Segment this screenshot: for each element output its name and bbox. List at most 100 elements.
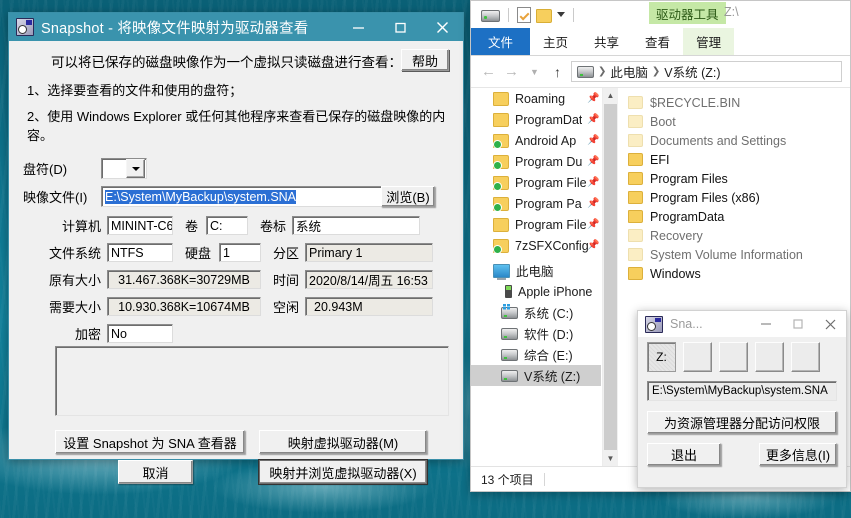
- snapshot-titlebar[interactable]: Snapshot - 将映像文件映射为驱动器查看: [9, 13, 463, 41]
- file-list-item[interactable]: Program Files (x86): [618, 188, 850, 207]
- contextual-tab-drive-tools: 驱动器工具: [649, 2, 726, 24]
- customize-caret-icon[interactable]: [557, 12, 565, 17]
- file-list-item[interactable]: ProgramData: [618, 207, 850, 226]
- toolbar-divider: [508, 8, 509, 22]
- close-icon[interactable]: [814, 311, 846, 337]
- nav-pane-scrollbar[interactable]: ▲ ▼: [602, 88, 618, 466]
- file-list-item[interactable]: Documents and Settings: [618, 131, 850, 150]
- file-name: Recovery: [650, 229, 703, 243]
- nav-item-program-du[interactable]: Program Du 📌: [471, 151, 601, 172]
- image-file-combo[interactable]: E:\System\MyBackup\system.SNA: [101, 186, 409, 207]
- recent-locations-icon[interactable]: ▼: [525, 62, 544, 82]
- close-icon[interactable]: [421, 13, 463, 41]
- computer-label: 计算机: [43, 216, 101, 235]
- nav-item-roaming[interactable]: Roaming 📌: [471, 88, 601, 109]
- file-list-item[interactable]: $RECYCLE.BIN: [618, 93, 850, 112]
- map-virtual-drive-button[interactable]: 映射虚拟驱动器(M): [259, 430, 427, 454]
- pin-icon[interactable]: 📌: [587, 198, 597, 209]
- scroll-up-icon[interactable]: ▲: [603, 88, 618, 103]
- pin-icon[interactable]: 📌: [587, 135, 597, 146]
- file-list-item[interactable]: Program Files: [618, 169, 850, 188]
- pin-icon[interactable]: 📌: [587, 219, 597, 230]
- map-and-browse-button[interactable]: 映射并浏览虚拟驱动器(X): [259, 460, 427, 484]
- more-info-button[interactable]: 更多信息(I): [759, 443, 837, 466]
- drive-slot-2[interactable]: [683, 342, 712, 372]
- exit-button[interactable]: 退出: [647, 443, 721, 466]
- breadcrumb[interactable]: ❯ 此电脑 ❯ V系统 (Z:): [571, 61, 842, 82]
- encryption-label: 加密: [43, 324, 101, 343]
- phone-icon: [505, 285, 512, 298]
- maximize-icon[interactable]: [782, 311, 814, 337]
- nav-item-label: 软件 (D:): [524, 324, 573, 343]
- file-list-item[interactable]: Recovery: [618, 226, 850, 245]
- breadcrumb-current-drive[interactable]: V系统 (Z:): [664, 62, 720, 81]
- file-list-item[interactable]: Windows: [618, 264, 850, 283]
- nav-item-android-app[interactable]: Android Ap 📌: [471, 130, 601, 151]
- original-size-value: 31.467.368K=30729MB: [107, 270, 261, 289]
- properties-icon[interactable]: [517, 7, 531, 23]
- nav-item-drive-e[interactable]: 综合 (E:): [471, 344, 601, 365]
- nav-item-apple-iphone[interactable]: Apple iPhone: [471, 281, 601, 302]
- minimize-icon[interactable]: [750, 311, 782, 337]
- folder-icon: [628, 210, 643, 223]
- browse-button[interactable]: 浏览(B): [381, 186, 435, 207]
- up-arrow-icon[interactable]: ↑: [548, 62, 567, 82]
- this-pc-icon: [493, 264, 510, 278]
- nav-item-program-pa[interactable]: Program Pa 📌: [471, 193, 601, 214]
- snapshot-dialog-titlebar[interactable]: Sna...: [638, 311, 846, 337]
- drive-icon[interactable]: [481, 10, 500, 22]
- maximize-icon[interactable]: [379, 13, 421, 41]
- nav-item-this-pc[interactable]: 此电脑: [471, 260, 601, 281]
- nav-item-label: Program Pa: [515, 197, 582, 211]
- tab-file[interactable]: 文件: [471, 28, 530, 55]
- drive-letter-combo[interactable]: [101, 158, 147, 179]
- nav-item-label: Android Ap: [515, 134, 576, 148]
- pin-icon[interactable]: 📌: [587, 93, 597, 104]
- snapshot-mini-dialog: Sna... Z: E:\System\MyBackup\system.SNA …: [637, 310, 847, 488]
- back-arrow-icon[interactable]: ←: [479, 62, 498, 82]
- drive-slot-4[interactable]: [755, 342, 784, 372]
- pin-icon[interactable]: 📌: [587, 177, 597, 188]
- new-folder-icon[interactable]: [536, 9, 552, 23]
- drive-icon: [501, 328, 518, 340]
- tab-home[interactable]: 主页: [530, 28, 581, 55]
- file-list-item[interactable]: EFI: [618, 150, 850, 169]
- pin-icon[interactable]: 📌: [587, 114, 597, 125]
- forward-arrow-icon[interactable]: →: [502, 62, 521, 82]
- nav-item-drive-d[interactable]: 软件 (D:): [471, 323, 601, 344]
- file-list-item[interactable]: System Volume Information: [618, 245, 850, 264]
- chevron-down-icon[interactable]: [126, 159, 145, 178]
- tab-manage[interactable]: 管理: [683, 28, 734, 55]
- cancel-button[interactable]: 取消: [118, 460, 193, 484]
- drive-slot-5[interactable]: [791, 342, 820, 372]
- partition-value: Primary 1: [305, 243, 433, 262]
- file-list-item[interactable]: Boot: [618, 112, 850, 131]
- nav-item-label: 系统 (C:): [524, 303, 573, 322]
- pin-icon[interactable]: 📌: [587, 156, 597, 167]
- nav-item-drive-z[interactable]: V系统 (Z:): [471, 365, 601, 386]
- original-size-row: 原有大小 31.467.368K=30729MB 时间 2020/8/14/周五…: [23, 270, 449, 289]
- nav-item-label: Program Du: [515, 155, 582, 169]
- tab-view[interactable]: 查看: [632, 28, 683, 55]
- breadcrumb-this-pc[interactable]: 此电脑: [610, 62, 648, 81]
- pin-icon[interactable]: 📌: [587, 240, 597, 251]
- nav-item-programdata[interactable]: ProgramDat 📌: [471, 109, 601, 130]
- help-button[interactable]: 帮助: [401, 49, 449, 71]
- scroll-down-icon[interactable]: ▼: [603, 451, 618, 466]
- snapshot-dialog-title: Sna...: [670, 317, 750, 331]
- nav-item-drive-c[interactable]: 系统 (C:): [471, 302, 601, 323]
- scrollbar-thumb[interactable]: [604, 104, 617, 450]
- drive-slot-1[interactable]: Z:: [647, 342, 676, 372]
- free-value: 20.943M: [305, 297, 433, 316]
- nav-item-program-file-1[interactable]: Program File 📌: [471, 172, 601, 193]
- nav-item-7zsfxconfig[interactable]: 7zSFXConfig 📌: [471, 235, 601, 256]
- nav-item-label: ProgramDat: [515, 113, 582, 127]
- assign-explorer-access-button[interactable]: 为资源管理器分配访问权限: [647, 411, 837, 434]
- minimize-icon[interactable]: [337, 13, 379, 41]
- tab-share[interactable]: 共享: [581, 28, 632, 55]
- nav-item-program-file-2[interactable]: Program File 📌: [471, 214, 601, 235]
- set-sna-viewer-button[interactable]: 设置 Snapshot 为 SNA 查看器: [55, 430, 245, 454]
- log-textarea[interactable]: [55, 346, 449, 416]
- image-file-input[interactable]: E:\System\MyBackup\system.SNA: [102, 190, 387, 204]
- drive-slot-3[interactable]: [719, 342, 748, 372]
